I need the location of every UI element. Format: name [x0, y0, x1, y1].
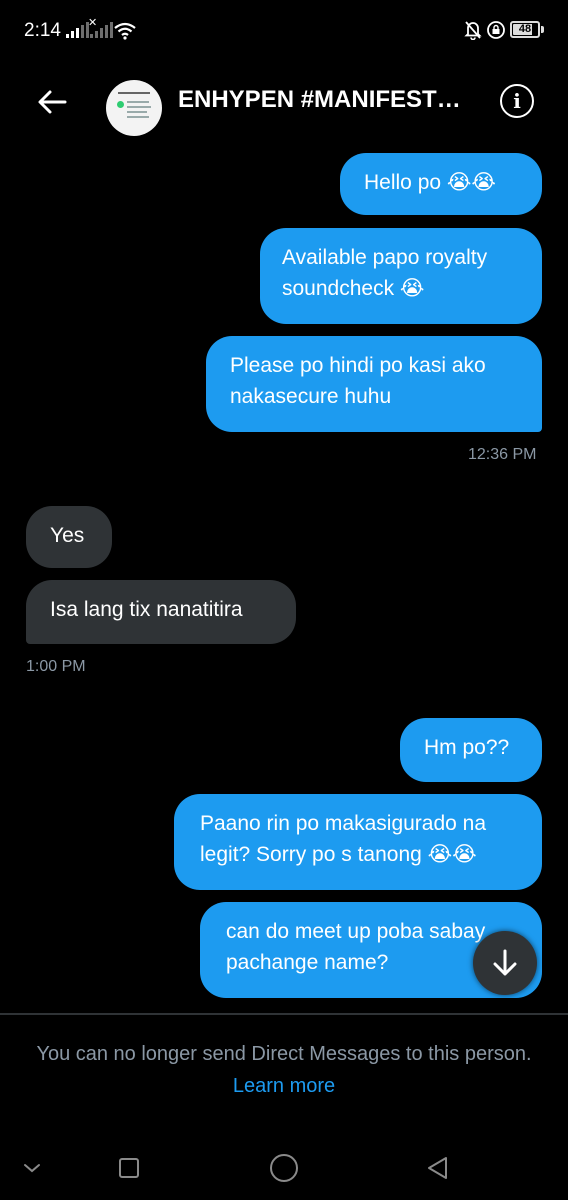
footer-divider: [0, 1013, 568, 1015]
info-icon: i: [513, 89, 521, 113]
wifi-icon: [114, 22, 136, 40]
message-text: Hello po 😭😭: [364, 171, 496, 194]
system-back-button[interactable]: [418, 1148, 458, 1188]
chevron-down-icon: [24, 1164, 40, 1173]
dm-disabled-notice: You can no longer send Direct Messages t…: [30, 1038, 538, 1102]
conversation-header: ENHYPEN #MANIFEST… i: [0, 62, 568, 144]
message-text: Hm po??: [424, 736, 510, 759]
status-time: 2:14: [24, 20, 61, 41]
dm-conversation-screen: 2:14 ✕ 48 ENHYPEN #MANIFEST… i Hello po …: [0, 0, 568, 1200]
back-icon: [428, 1157, 447, 1179]
avatar[interactable]: [106, 80, 162, 136]
signal-no-service-icon: [90, 22, 113, 38]
battery-icon: 48: [510, 21, 540, 38]
message-line: Available papo royalty: [282, 246, 488, 269]
message-timestamp: 12:36 PM: [468, 446, 537, 463]
home-icon: [270, 1154, 298, 1182]
nav-chevron-button[interactable]: [12, 1148, 52, 1188]
rotation-lock-icon: [487, 21, 505, 39]
message-bubble[interactable]: Hm po??: [400, 718, 542, 782]
status-bar: 2:14 ✕ 48: [0, 0, 568, 62]
message-bubble[interactable]: Available papo royalty soundcheck 😭: [260, 228, 542, 324]
info-button[interactable]: i: [500, 84, 534, 118]
message-bubble[interactable]: Hello po 😭😭: [340, 153, 542, 215]
home-button[interactable]: [264, 1148, 304, 1188]
message-line: Paano rin po makasigurado na: [200, 812, 487, 835]
learn-more-link[interactable]: Learn more: [233, 1075, 335, 1097]
message-text: Isa lang tix nanatitira: [50, 598, 243, 621]
contact-name[interactable]: ENHYPEN #MANIFEST…: [178, 86, 488, 114]
message-bubble[interactable]: Isa lang tix nanatitira: [26, 580, 296, 644]
message-line: legit? Sorry po s tanong 😭😭: [200, 843, 477, 866]
recent-apps-icon: [119, 1158, 139, 1178]
message-bubble[interactable]: Paano rin po makasigurado na legit? Sorr…: [174, 794, 542, 890]
message-line: can do meet up poba sabay: [226, 920, 486, 943]
arrow-left-icon: [38, 90, 67, 114]
message-bubble[interactable]: Please po hindi po kasi ako nakasecure h…: [206, 336, 542, 432]
message-line: nakasecure huhu: [230, 385, 392, 408]
battery-tip: [541, 26, 544, 33]
back-button[interactable]: [30, 80, 74, 124]
signal-icon: [66, 22, 89, 38]
battery-level: 48: [517, 23, 533, 35]
bell-off-icon: [464, 21, 482, 40]
message-line: Please po hindi po kasi ako: [230, 354, 486, 377]
message-bubble[interactable]: Yes: [26, 506, 112, 568]
scroll-to-bottom-button[interactable]: [473, 931, 537, 995]
system-navigation-bar: [0, 1128, 568, 1200]
arrow-down-icon: [493, 949, 517, 976]
dm-disabled-text: You can no longer send Direct Messages t…: [36, 1043, 532, 1065]
message-text: Yes: [50, 524, 85, 547]
recent-apps-button[interactable]: [109, 1148, 149, 1188]
message-timestamp: 1:00 PM: [26, 658, 86, 675]
message-line: soundcheck 😭: [282, 277, 425, 300]
